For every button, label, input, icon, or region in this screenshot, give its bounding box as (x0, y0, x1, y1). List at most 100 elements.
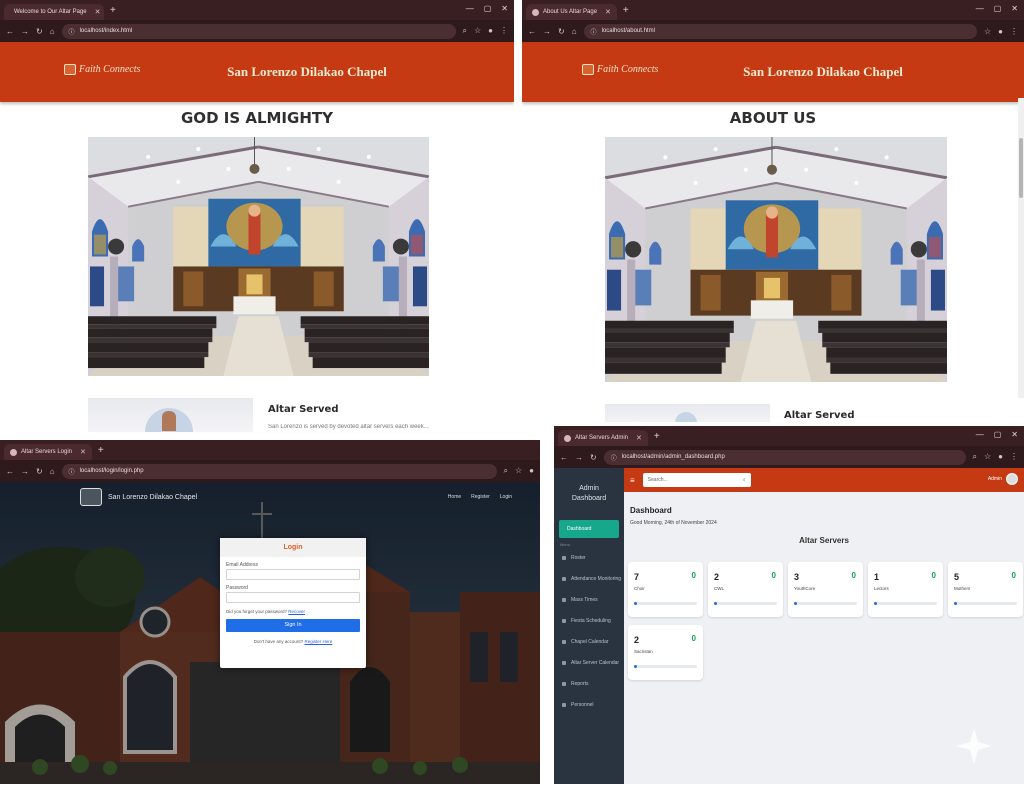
scrollbar-thumb[interactable] (1019, 138, 1023, 198)
sidebar-item-chapel-calendar[interactable]: Chapel Calendar (554, 631, 624, 652)
home-icon[interactable]: ⌂ (50, 467, 55, 476)
sidebar-item-roster[interactable]: Roster (554, 547, 624, 568)
zoom-icon[interactable]: ⌕ (463, 26, 467, 36)
url-field[interactable]: ⓘ localhost/index.html (61, 23, 456, 39)
page-scrollbar[interactable] (1018, 98, 1024, 398)
reload-icon[interactable]: ↻ (36, 27, 43, 36)
forward-icon[interactable]: → (21, 27, 29, 36)
browser-tab-about[interactable]: About Us Altar Page ✕ (526, 4, 617, 20)
profile-icon[interactable]: ● (488, 26, 493, 36)
bookmark-star-icon[interactable]: ☆ (984, 452, 991, 462)
nav-login-link[interactable]: Login (500, 494, 512, 500)
site-info-icon[interactable]: ⓘ (591, 27, 597, 36)
new-tab-icon[interactable]: + (654, 431, 660, 442)
site-info-icon[interactable]: ⓘ (69, 467, 75, 476)
browser-tab-home[interactable]: Welcome to Our Altar Page ✕ (4, 4, 104, 20)
sign-in-button[interactable]: Sign In (226, 619, 360, 632)
search-input[interactable]: Search... ⌕ (642, 473, 751, 487)
close-tab-icon[interactable]: ✕ (605, 8, 611, 16)
sidebar-item-fiesta[interactable]: Fiesta Scheduling (554, 610, 624, 631)
minimize-icon[interactable]: — (976, 4, 984, 13)
close-window-icon[interactable]: ✕ (1011, 430, 1018, 439)
close-tab-icon[interactable]: ✕ (95, 8, 101, 16)
recover-link[interactable]: Recover (288, 609, 305, 614)
home-icon[interactable]: ⌂ (50, 27, 55, 36)
sidebar-item-reports[interactable]: Reports (554, 673, 624, 694)
admin-sidebar: Admin Dashboard Dashboard Menu Roster At… (554, 468, 624, 784)
stat-progress-bar (954, 602, 1017, 605)
reload-icon[interactable]: ↻ (558, 27, 565, 36)
altar-card-image (605, 404, 770, 422)
browser-window-about: About Us Altar Page ✕ + — ▢ ✕ ← → ↻ ⌂ ⓘ … (522, 0, 1024, 422)
site-info-icon[interactable]: ⓘ (69, 27, 75, 36)
url-field[interactable]: ⓘ localhost/admin/admin_dashboard.php (603, 449, 966, 465)
zoom-icon[interactable]: ⌕ (973, 452, 977, 462)
reload-icon[interactable]: ↻ (590, 453, 597, 462)
sidebar-item-dashboard[interactable]: Dashboard (559, 520, 619, 538)
home-icon[interactable]: ⌂ (572, 27, 577, 36)
zoom-icon[interactable]: ⌕ (504, 466, 508, 476)
stat-card[interactable]: 1 0 Lectors (868, 562, 943, 617)
back-icon[interactable]: ← (560, 453, 568, 462)
stat-progress-fill (714, 602, 718, 605)
bookmark-star-icon[interactable]: ☆ (984, 27, 991, 36)
menu-kebab-icon[interactable]: ⋮ (500, 26, 508, 36)
profile-icon[interactable]: ● (998, 27, 1003, 36)
close-tab-icon[interactable]: ✕ (636, 434, 642, 442)
login-page: San Lorenzo Dilakao Chapel Home Register… (0, 482, 540, 784)
admin-user-menu[interactable]: Admin (988, 473, 1018, 485)
profile-icon[interactable]: ● (998, 452, 1003, 462)
altar-card-image (88, 398, 253, 432)
new-tab-icon[interactable]: + (110, 5, 116, 16)
new-tab-icon[interactable]: + (623, 5, 629, 16)
stat-card[interactable]: 7 0 Choir (628, 562, 703, 617)
close-window-icon[interactable]: ✕ (501, 4, 508, 13)
stat-card[interactable]: 2 0 CWL (708, 562, 783, 617)
url-text: localhost/login/login.php (79, 468, 144, 474)
close-tab-icon[interactable]: ✕ (80, 448, 86, 456)
reload-icon[interactable]: ↻ (36, 467, 43, 476)
menu-toggle-icon[interactable]: ≡ (630, 476, 635, 485)
new-tab-icon[interactable]: + (98, 445, 104, 456)
minimize-icon[interactable]: — (976, 430, 984, 439)
site-info-icon[interactable]: ⓘ (611, 453, 617, 462)
close-window-icon[interactable]: ✕ (1011, 4, 1018, 13)
back-icon[interactable]: ← (6, 27, 14, 36)
sidebar-item-attendance[interactable]: Attendance Monitoring (554, 568, 624, 589)
search-icon[interactable]: ⌕ (743, 477, 746, 483)
bookmark-star-icon[interactable]: ☆ (474, 26, 481, 36)
bookmark-star-icon[interactable]: ☆ (515, 466, 522, 476)
url-field[interactable]: ⓘ localhost/about.html (583, 23, 977, 39)
email-field[interactable] (226, 569, 360, 580)
stat-card[interactable]: 2 0 Sacristan (628, 625, 703, 680)
maximize-icon[interactable]: ▢ (994, 430, 1002, 439)
password-field[interactable] (226, 592, 360, 603)
stat-progress-fill (954, 602, 958, 605)
maximize-icon[interactable]: ▢ (484, 4, 492, 13)
forward-icon[interactable]: → (575, 453, 583, 462)
fiesta-icon (562, 618, 566, 623)
minimize-icon[interactable]: — (466, 4, 474, 13)
browser-tab-admin[interactable]: Altar Servers Admin ✕ (558, 430, 648, 446)
sidebar-item-server-calendar[interactable]: Altar Server Calendar (554, 652, 624, 673)
stat-card[interactable]: 3 0 YouthCore (788, 562, 863, 617)
url-field[interactable]: ⓘ localhost/login/login.php (61, 463, 497, 479)
sidebar-item-mass-times[interactable]: Mass Times (554, 589, 624, 610)
forward-icon[interactable]: → (543, 27, 551, 36)
menu-kebab-icon[interactable]: ⋮ (1010, 27, 1018, 36)
page-heading: ABOUT US (729, 109, 817, 127)
forward-icon[interactable]: → (21, 467, 29, 476)
back-icon[interactable]: ← (6, 467, 14, 476)
nav-register-link[interactable]: Register (471, 494, 490, 500)
avatar[interactable] (1006, 473, 1018, 485)
maximize-icon[interactable]: ▢ (994, 4, 1002, 13)
sidebar-item-personnel[interactable]: Personnel (554, 694, 624, 715)
browser-tab-login[interactable]: Altar Servers Login ✕ (4, 444, 92, 460)
back-icon[interactable]: ← (528, 27, 536, 36)
dashboard-date: Good Morning, 24th of November 2024 (630, 520, 717, 526)
profile-icon[interactable]: ● (529, 466, 534, 476)
register-link[interactable]: Register Here (304, 639, 332, 644)
stat-card[interactable]: 5 0 Mothers (948, 562, 1023, 617)
nav-home-link[interactable]: Home (448, 494, 461, 500)
menu-kebab-icon[interactable]: ⋮ (1010, 452, 1018, 462)
